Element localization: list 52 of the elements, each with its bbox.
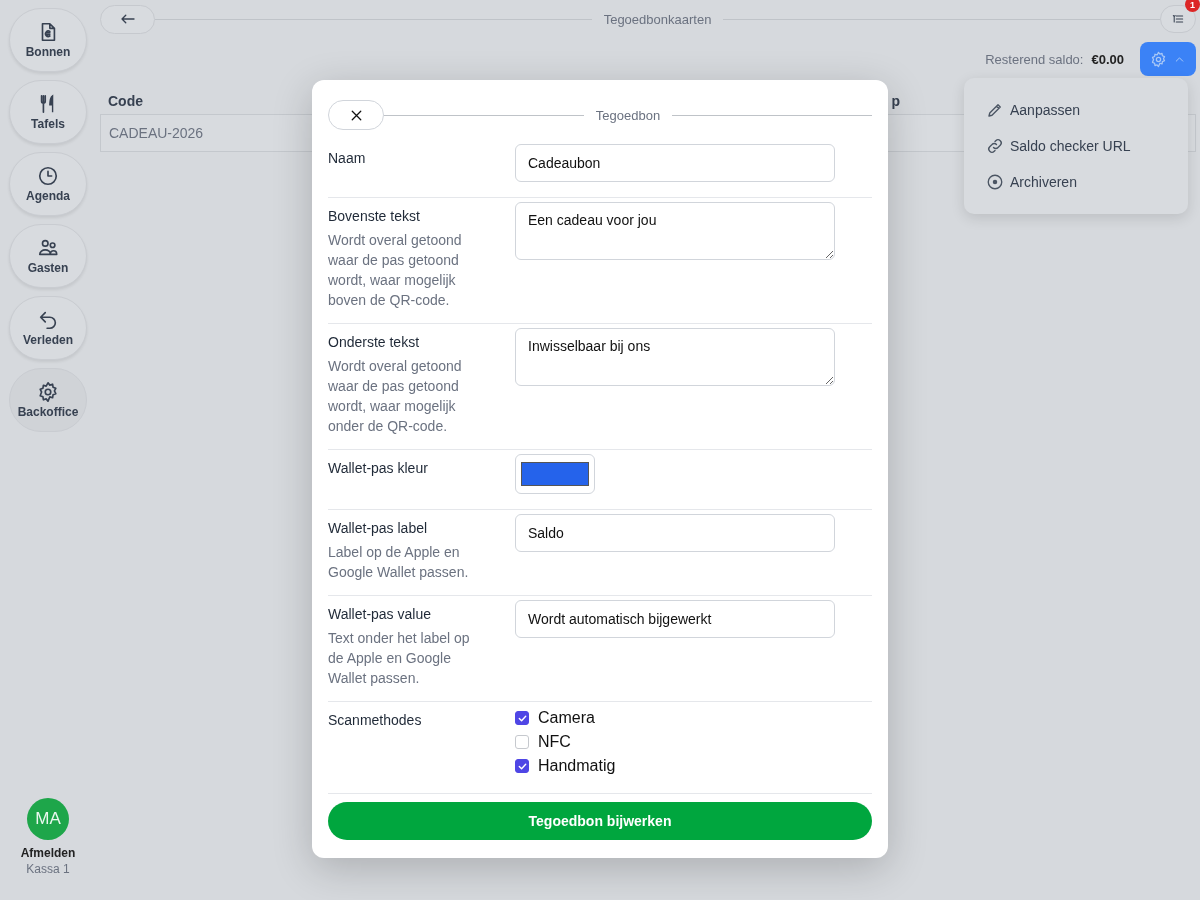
field-label: Wallet-pas value [328,605,432,624]
gear-icon [1150,50,1167,68]
text-area[interactable]: Een cadeau voor jou [515,202,835,260]
field-label: Onderste tekst [328,333,421,352]
clock-icon [37,165,59,187]
menu-item[interactable]: Saldo checker URL [964,128,1188,164]
text-field[interactable]: Cadeaubon [515,144,835,182]
checkbox[interactable] [515,711,529,725]
table-cell: CADEAU-2026 [109,125,204,141]
field-label: Wallet-pas label [328,519,429,538]
field-label: Wallet-pas kleur [328,459,429,478]
settings-button[interactable] [1140,42,1196,76]
help-text: Text onder het label op de Apple en Google Wallet passen. [328,629,471,688]
checkbox-label: NFC [538,733,571,751]
link-icon [986,137,1004,155]
field-label: Naam [328,149,367,168]
register-name: Kassa 1 [26,862,70,876]
sidebar-button[interactable]: Backoffice [9,368,87,432]
sidebar-button[interactable]: Agenda [9,152,87,216]
help-text: Wordt overal getoond waar de pas getoond wordt, waar mogelijk onder de QR-code. [328,357,463,436]
balance-value: €0.00 [1091,51,1124,67]
column-header: p [891,93,900,109]
checkbox-label: Handmatig [538,757,616,775]
help-text: Wordt overal getoond waar de pas getoond wordt, waar mogelijk boven de QR-code. [328,231,463,310]
column-header: Code [108,93,143,109]
field-label: Bovenste tekst [328,207,421,226]
list-icon [1171,12,1185,26]
help-text: Label op de Apple en Google Wallet passen. [328,543,470,582]
undo-icon [37,309,59,331]
notification-badge: 1 [1185,0,1200,12]
menu-item[interactable]: Aanpassen [964,92,1188,128]
archive-icon [986,173,1004,191]
sidebar-button[interactable]: Verleden [9,296,87,360]
text-area[interactable]: Inwisselbaar bij ons [515,328,835,386]
color-picker[interactable] [515,454,595,494]
page-title: Tegoedbonkaarten [602,11,713,27]
sidebar-button[interactable]: Bonnen [9,8,87,72]
logout-link[interactable]: Afmelden [20,846,76,860]
close-button[interactable] [328,100,384,130]
checkbox-label: Camera [538,709,595,727]
field-label: Scanmethodes [328,711,423,730]
sidebar-button[interactable]: Gasten [9,224,87,288]
menu-item[interactable]: Archiveren [964,164,1188,200]
sidebar-button[interactable]: Tafels [9,80,87,144]
gear-icon [37,381,59,403]
checkbox[interactable] [515,759,529,773]
modal-title: Tegoedbon [594,107,662,123]
text-field[interactable]: Wordt automatisch bijgewerkt [515,600,835,638]
pencil-icon [986,101,1004,119]
back-button[interactable] [100,4,155,34]
text-field[interactable]: Saldo [515,514,835,552]
balance-label: Resterend saldo: [985,51,1084,67]
